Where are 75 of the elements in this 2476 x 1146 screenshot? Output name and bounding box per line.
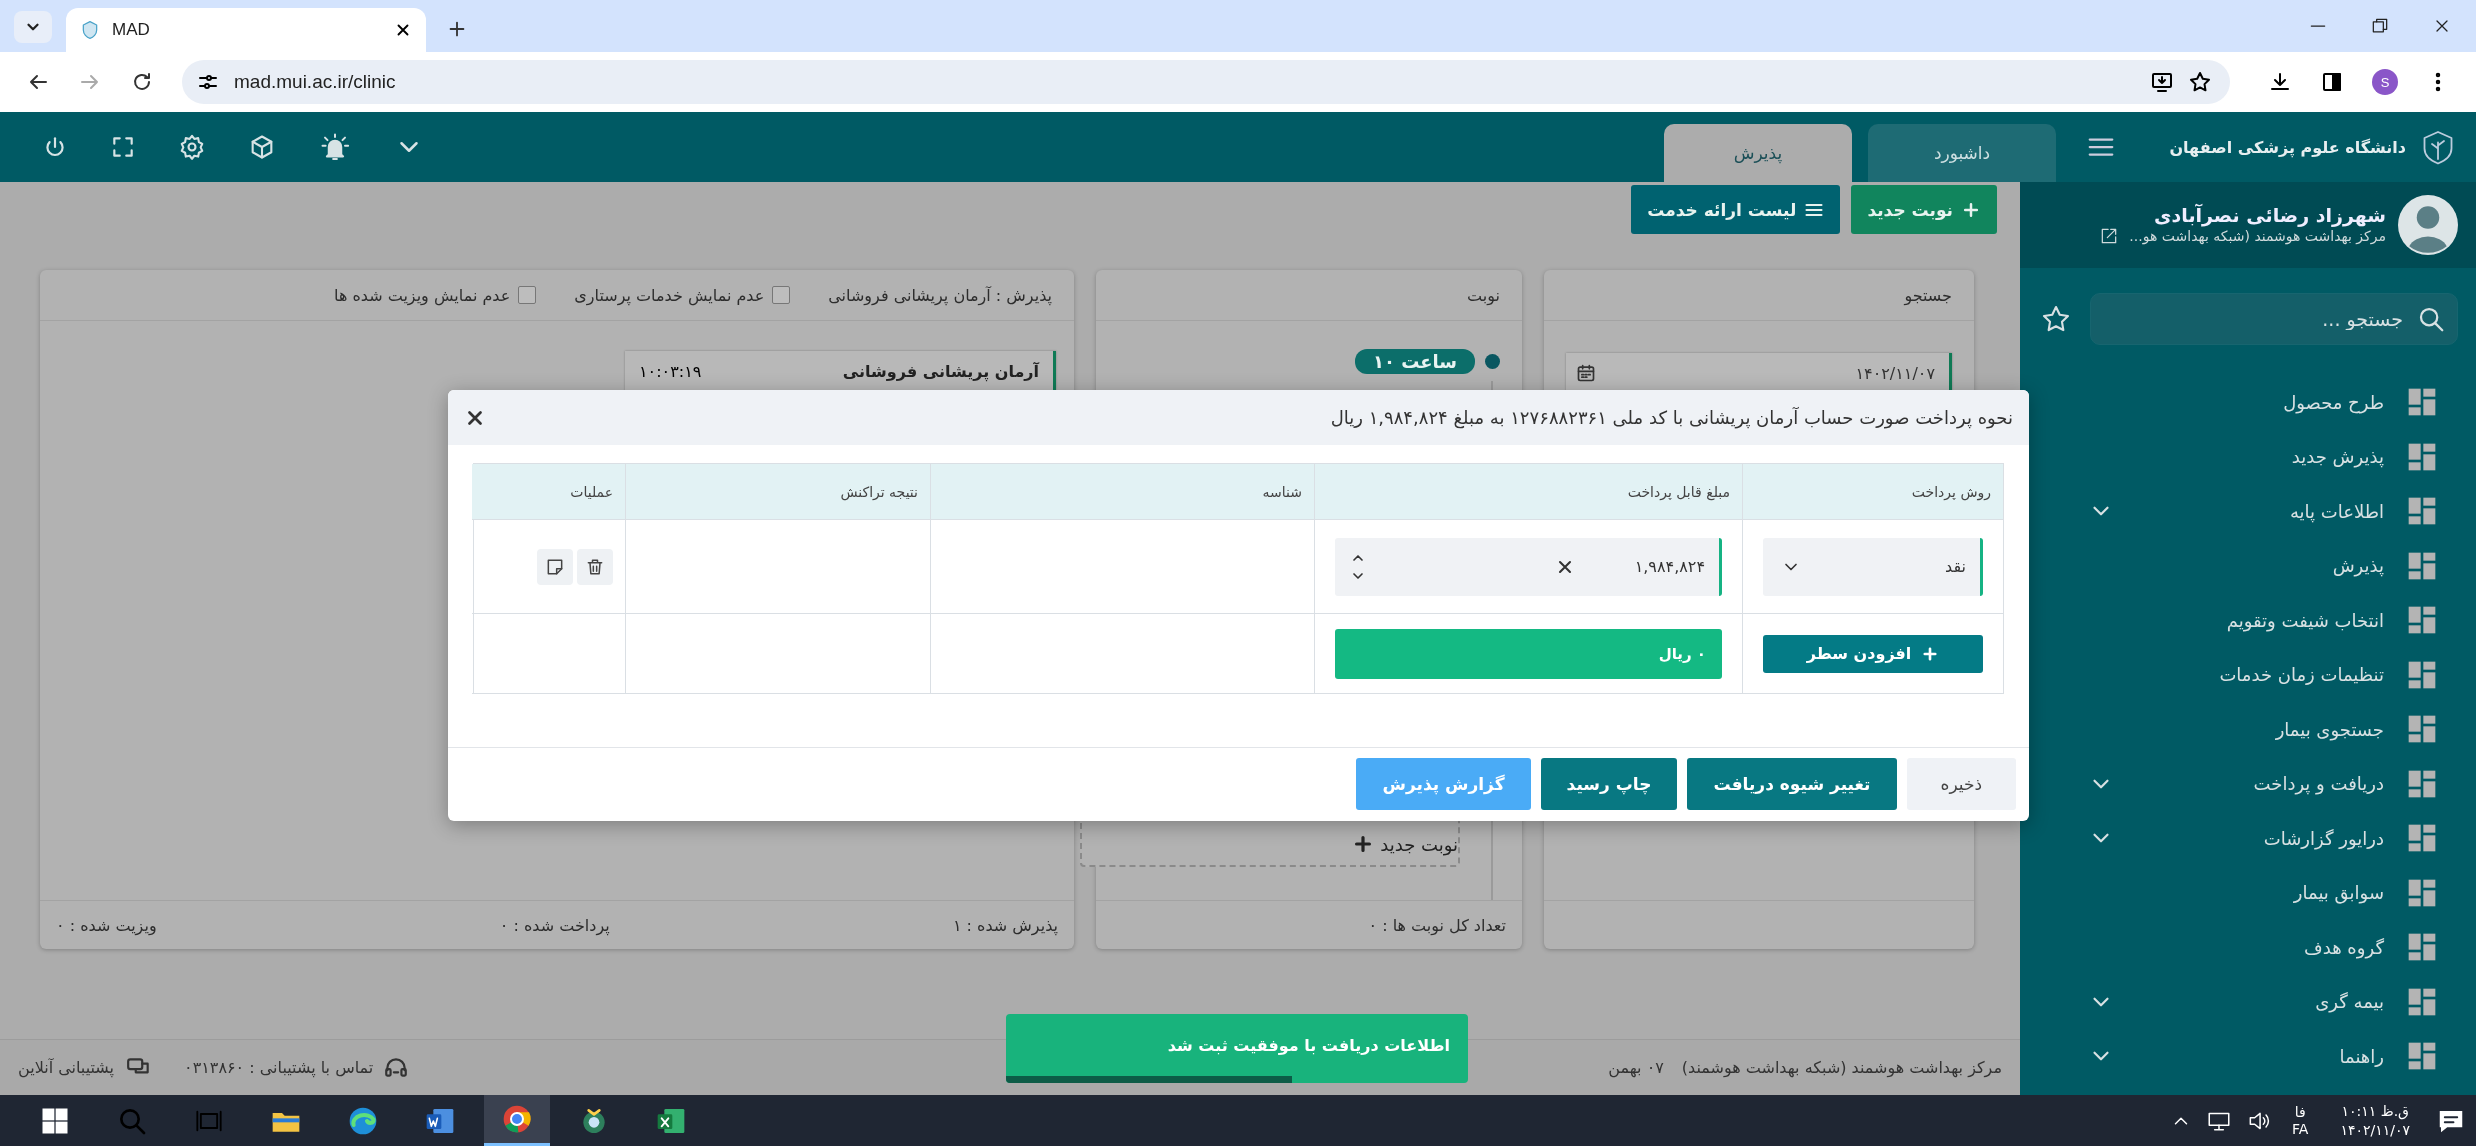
sidebar-item[interactable]: پذیرش جدید (2020, 429, 2476, 484)
sidebar-item[interactable]: جستجوی بیمار (2020, 702, 2476, 757)
fullscreen-icon[interactable] (110, 134, 136, 160)
sidebar-item[interactable]: دریافت و پرداخت (2020, 756, 2476, 811)
arrival-time: ۱۰:۰۳:۱۹ (639, 361, 702, 381)
service-list-button[interactable]: لیست ارائه خدمت (1631, 185, 1841, 234)
sidebar-item[interactable]: راهنما (2020, 1029, 2476, 1084)
profile-avatar[interactable]: S (2372, 69, 2398, 95)
stat-text: ویزیت شده : ۰ (56, 915, 157, 935)
patient-card[interactable]: آرمان پریشانی فروشانی ۱۰:۰۳:۱۹ (625, 351, 1056, 391)
note-button[interactable] (537, 548, 573, 585)
date-field[interactable]: ۱۴۰۲/۱۱/۰۷ (1566, 353, 1952, 393)
patient-name: آرمان پریشانی فروشانی (842, 361, 1039, 381)
action-button[interactable]: تغییر شیوه دریافت (1687, 758, 1897, 810)
checkbox-option[interactable]: عدم نمایش ویزیت شده ها (334, 285, 537, 305)
sidebar-item[interactable]: انتخاب شیفت وتقویم (2020, 593, 2476, 648)
star-icon[interactable] (2188, 70, 2212, 94)
column-header: عملیات (472, 464, 625, 520)
sidebar-item[interactable]: بیمه گری (2020, 974, 2476, 1029)
sidebar-item[interactable]: تنظیمات زمان خدمات (2020, 647, 2476, 702)
clock[interactable]: ق.ظ ۱۰:۱۱ ۱۴۰۲/۱۱/۰۷ (2340, 1101, 2410, 1140)
checkbox-option[interactable]: عدم نمایش خدمات پرستاری (574, 285, 791, 305)
user-avatar (2398, 195, 2458, 255)
sidebar-item[interactable]: پذیرش (2020, 538, 2476, 593)
nav-tab[interactable]: پذیرش (1664, 124, 1852, 182)
sidebar-item[interactable]: سوابق بیمار (2020, 865, 2476, 920)
taskbar-app[interactable] (484, 1095, 550, 1146)
panel-title: پذیرش : آرمان پریشانی فروشانی (828, 285, 1052, 305)
side-panel-icon[interactable] (2320, 70, 2344, 94)
hour-badge: ساعت ۱۰ (1354, 349, 1475, 374)
amount-field[interactable]: ۱,۹۸۴,۸۲۴ (1335, 537, 1722, 596)
timeline-dot (1485, 354, 1500, 369)
total-bar: ۰ ریال (1335, 628, 1722, 679)
delete-button[interactable] (577, 548, 613, 585)
checkbox[interactable] (772, 286, 791, 304)
sidebar-item[interactable]: طرح محصول (2020, 375, 2476, 430)
site-logo-icon (80, 20, 100, 40)
settings-icon[interactable] (178, 133, 206, 161)
tab-title: MAD (112, 20, 151, 40)
sidebar-item[interactable]: اطلاعات پایه (2020, 484, 2476, 539)
stat-text: پرداخت شده : ۰ (499, 915, 610, 935)
user-name: شهرزاد رضائی نصرآبادی (2153, 204, 2386, 226)
action-button[interactable]: چاپ رسید (1540, 758, 1678, 810)
column-header: روش پرداخت (1742, 464, 2003, 520)
total-count: تعداد کل نوبت ها : ۰ (1368, 915, 1506, 935)
sidebar-item[interactable]: گروه هدف (2020, 920, 2476, 975)
column-header: نتیجه تراکنش (625, 464, 930, 520)
online-support-link[interactable]: پشتیبانی آنلاین (18, 1058, 115, 1077)
nav-tab[interactable]: داشبورد (1868, 124, 2056, 182)
install-icon[interactable] (2150, 70, 2174, 94)
support-phone: تماس با پشتیبانی : ۰۳۱۳۸۶۰ (184, 1058, 374, 1077)
panel-title: نوبت (1467, 285, 1500, 305)
center-name: مرکز بهداشت هوشمند (شبکه بهداشت هوشمند) (1681, 1058, 2002, 1077)
add-row-button[interactable]: افزودن سطر (1763, 634, 1983, 673)
column-header: مبلغ قابل پرداخت (1314, 464, 1742, 520)
payment-method-select[interactable]: نقد (1763, 537, 1983, 596)
column-header: شناسه (930, 464, 1314, 520)
browser-icon (501, 1103, 533, 1135)
address-bar[interactable]: mad.mui.ac.ir/clinic (182, 60, 2230, 104)
stat-text: پذیرش شده : ۱ (952, 915, 1058, 935)
url-text: mad.mui.ac.ir/clinic (234, 71, 397, 93)
toast-message: اطلاعات دریافت با موفقیت ثبت شد (1167, 1036, 1450, 1055)
organization-name: دانشگاه علوم پزشکی اصفهان (2169, 137, 2406, 157)
checkbox[interactable] (518, 286, 537, 304)
search-field[interactable]: جستجو ... (2090, 293, 2458, 345)
save-button[interactable]: ذخیره (1906, 758, 2016, 810)
user-organization: مرکز بهداشت هوشمند (شبکه بهداشت هو... (2129, 228, 2386, 244)
panel-title: جستجو (1904, 285, 1952, 305)
new-appointment-button[interactable]: نوبت جدید (1851, 185, 1997, 234)
footer-date: ۰۷ بهمن (1608, 1058, 1664, 1077)
dialog-title: نحوه پرداخت صورت حساب آرمان پریشانی با کد ملی ۱۲۷۶۸۸۲۳۶۱ به مبلغ ۱,۹۸۴,۸۲۴ ریال (1330, 407, 2013, 428)
calendar-icon[interactable] (1576, 363, 1596, 383)
tab-list-button[interactable] (14, 11, 52, 43)
browser-tab[interactable]: MAD (66, 8, 426, 52)
sidebar-item[interactable]: درایور گزارشات (2020, 811, 2476, 866)
